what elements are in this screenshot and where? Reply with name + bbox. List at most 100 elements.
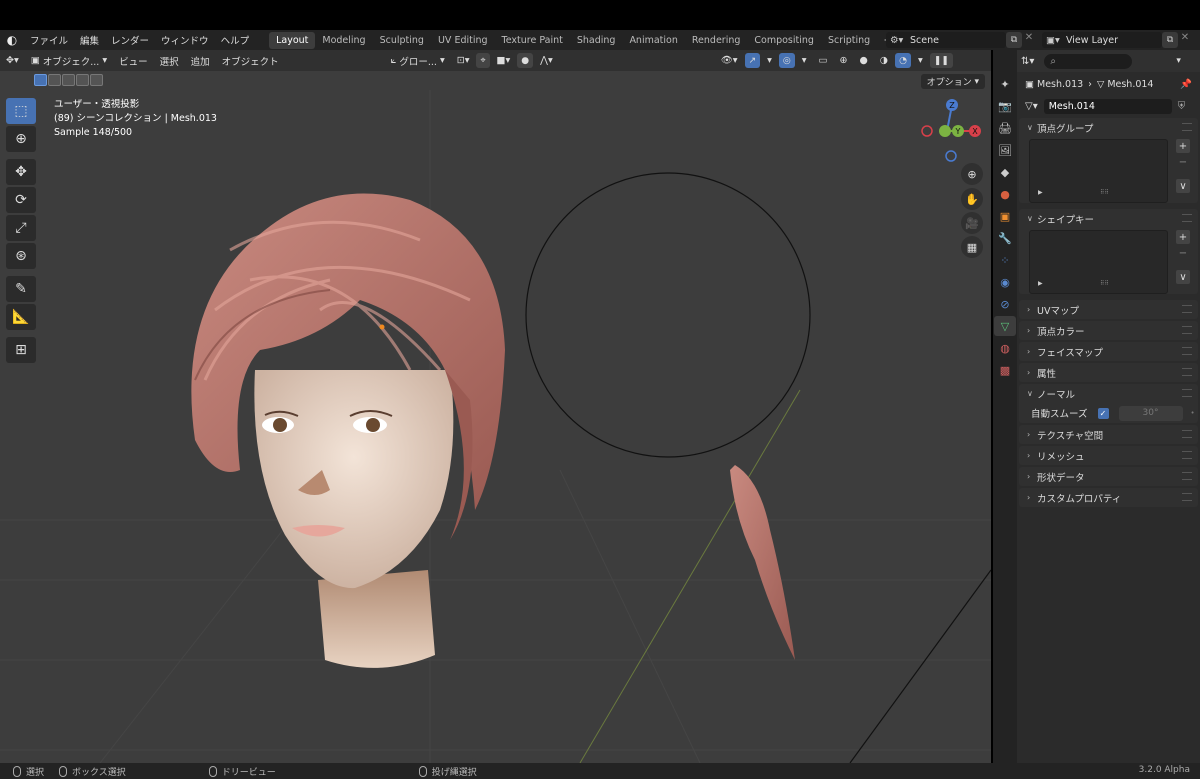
orientation-selector[interactable]: ⟀ グロー... ▾ <box>385 54 451 68</box>
gizmo-neg-x-axis[interactable] <box>921 125 933 137</box>
panel-grip-icon[interactable] <box>1182 493 1192 501</box>
shading-material[interactable]: ◑ <box>874 55 894 66</box>
perspective-grid-icon[interactable]: ▦ <box>961 236 983 258</box>
visibility-icon[interactable]: 👁▾ <box>715 55 744 66</box>
constraint-properties-icon[interactable]: ⊘ <box>994 294 1016 314</box>
navigation-gizmo[interactable]: Z Y X <box>915 95 991 175</box>
auto-smooth-checkbox[interactable]: ✓ <box>1097 407 1109 419</box>
panel-grip-icon[interactable] <box>1182 430 1192 438</box>
shading-solid[interactable]: ● <box>853 55 873 66</box>
xray-toggle[interactable]: ▭ <box>813 55 834 66</box>
proportional-edit-toggle[interactable]: ● <box>517 53 534 68</box>
options-dropdown[interactable]: オプション ▾ <box>920 74 985 89</box>
world-properties-icon[interactable]: ● <box>994 184 1016 204</box>
panel-grip-icon[interactable] <box>1182 451 1192 459</box>
tab-shading[interactable]: Shading <box>570 32 623 49</box>
panel-grip-icon[interactable] <box>1182 305 1192 313</box>
panel-grip-icon[interactable] <box>1182 214 1192 222</box>
transform-tool-icon[interactable]: ⊛ <box>6 243 36 269</box>
pivot-selector[interactable]: ⊡▾ <box>451 55 476 66</box>
measure-tool-icon[interactable]: 📐 <box>6 304 36 330</box>
panel-grip-icon[interactable] <box>1182 326 1192 334</box>
vertex-colors-header[interactable]: › 頂点カラー <box>1019 321 1198 340</box>
mesh-data-properties-icon[interactable]: ▽ <box>994 316 1016 336</box>
menu-select[interactable]: 選択 <box>154 54 185 68</box>
texture-properties-icon[interactable]: ▩ <box>994 360 1016 380</box>
pin-icon[interactable]: 📌 <box>1180 79 1192 90</box>
output-properties-icon[interactable]: 🖨 <box>994 118 1016 138</box>
object-properties-icon[interactable]: ▣ <box>994 206 1016 226</box>
remesh-header[interactable]: › リメッシュ <box>1019 446 1198 465</box>
mesh-name-field[interactable]: Mesh.014 <box>1043 98 1172 114</box>
add-vertex-group-button[interactable]: + <box>1176 139 1190 153</box>
remove-scene-button[interactable]: ✕ <box>1022 32 1036 48</box>
view-layer-properties-icon[interactable]: 🖼 <box>994 140 1016 160</box>
rotate-tool-icon[interactable]: ⟳ <box>6 187 36 213</box>
select-subtract-icon[interactable] <box>62 74 75 86</box>
tab-layout[interactable]: Layout <box>269 31 316 49</box>
select-intersect-icon[interactable] <box>90 74 103 86</box>
keyframe-dot-icon[interactable]: • <box>1191 409 1195 417</box>
mode-selector[interactable]: ▣ オブジェク... ▾ <box>25 54 113 68</box>
falloff-icon[interactable]: ⋀▾ <box>534 55 559 66</box>
menu-window[interactable]: ウィンドウ <box>155 33 215 47</box>
gizmo-neg-y-axis[interactable] <box>939 125 951 137</box>
3d-viewport[interactable]: ✥▾ ▣ オブジェク... ▾ ビュー 選択 追加 オブジェクト ⟀ グロー..… <box>0 50 991 763</box>
tab-rendering[interactable]: Rendering <box>685 32 748 49</box>
overlays-dropdown[interactable]: ▾ <box>796 55 813 66</box>
zoom-icon[interactable]: ⊕ <box>961 163 983 185</box>
menu-view[interactable]: ビュー <box>113 54 154 68</box>
material-properties-icon[interactable]: ◍ <box>994 338 1016 358</box>
attributes-header[interactable]: › 属性 <box>1019 363 1198 382</box>
new-view-layer-button[interactable]: ⧉ <box>1162 32 1178 48</box>
panel-grip-icon[interactable] <box>1182 368 1192 376</box>
move-tool-icon[interactable]: ✥ <box>6 159 36 185</box>
scene-properties-icon[interactable]: ◆ <box>994 162 1016 182</box>
menu-add[interactable]: 追加 <box>185 54 216 68</box>
select-extend-icon[interactable] <box>48 74 61 86</box>
gizmo-toggle[interactable]: ↗ <box>744 53 761 68</box>
modifier-properties-icon[interactable]: 🔧 <box>994 228 1016 248</box>
normals-header[interactable]: ∨ ノーマル <box>1019 384 1198 403</box>
particle-properties-icon[interactable]: ⁘ <box>994 250 1016 270</box>
panel-grip-icon[interactable] <box>1182 389 1192 397</box>
remove-vertex-group-button[interactable]: − <box>1176 155 1190 169</box>
select-box-tool-icon[interactable]: ⬚ <box>6 98 36 124</box>
shading-wireframe[interactable]: ⊕ <box>834 55 854 66</box>
add-shape-key-button[interactable]: + <box>1176 230 1190 244</box>
pan-hand-icon[interactable]: ✋ <box>961 188 983 210</box>
render-properties-icon[interactable]: 📷 <box>994 96 1016 116</box>
custom-properties-header[interactable]: › カスタムプロパティ <box>1019 488 1198 507</box>
shape-key-specials-button[interactable]: ∨ <box>1176 270 1190 284</box>
view-layer-selector[interactable]: ▣▾ View Layer <box>1042 32 1162 48</box>
fake-user-shield-icon[interactable]: ⛨ <box>1178 101 1186 112</box>
tab-modeling[interactable]: Modeling <box>315 32 372 49</box>
annotate-tool-icon[interactable]: ✎ <box>6 276 36 302</box>
tab-texture-paint[interactable]: Texture Paint <box>495 32 570 49</box>
editor-type-icon[interactable]: ✥▾ <box>0 55 25 66</box>
face-maps-header[interactable]: › フェイスマップ <box>1019 342 1198 361</box>
gizmo-neg-z-axis[interactable] <box>945 150 957 162</box>
scale-tool-icon[interactable]: ⤢ <box>6 215 36 241</box>
new-scene-button[interactable]: ⧉ <box>1006 32 1022 48</box>
menu-help[interactable]: ヘルプ <box>215 33 256 47</box>
properties-search-input[interactable]: ⌕ <box>1044 53 1133 69</box>
pause-render-button[interactable]: ❚❚ <box>929 53 953 68</box>
snap-toggle[interactable]: ⌖ <box>476 53 490 68</box>
cursor-tool-icon[interactable]: ⊕ <box>6 126 36 152</box>
tab-uv-editing[interactable]: UV Editing <box>431 32 495 49</box>
menu-file[interactable]: ファイル <box>24 33 74 47</box>
remove-view-layer-button[interactable]: ✕ <box>1178 32 1192 48</box>
menu-object[interactable]: オブジェクト <box>216 54 285 68</box>
select-new-icon[interactable] <box>34 74 47 86</box>
tab-animation[interactable]: Animation <box>622 32 684 49</box>
shading-dropdown[interactable]: ▾ <box>912 55 929 66</box>
properties-options-icon[interactable]: ▾ <box>1176 56 1181 66</box>
snap-target-selector[interactable]: ■▾ <box>491 55 517 66</box>
vertex-group-specials-button[interactable]: ∨ <box>1176 179 1190 193</box>
vertex-groups-list[interactable]: ▶ ⠿⠿ <box>1029 139 1168 203</box>
shape-keys-list[interactable]: ▶ ⠿⠿ <box>1029 230 1168 294</box>
menu-edit[interactable]: 編集 <box>74 33 105 47</box>
select-invert-icon[interactable] <box>76 74 89 86</box>
geometry-data-header[interactable]: › 形状データ <box>1019 467 1198 486</box>
